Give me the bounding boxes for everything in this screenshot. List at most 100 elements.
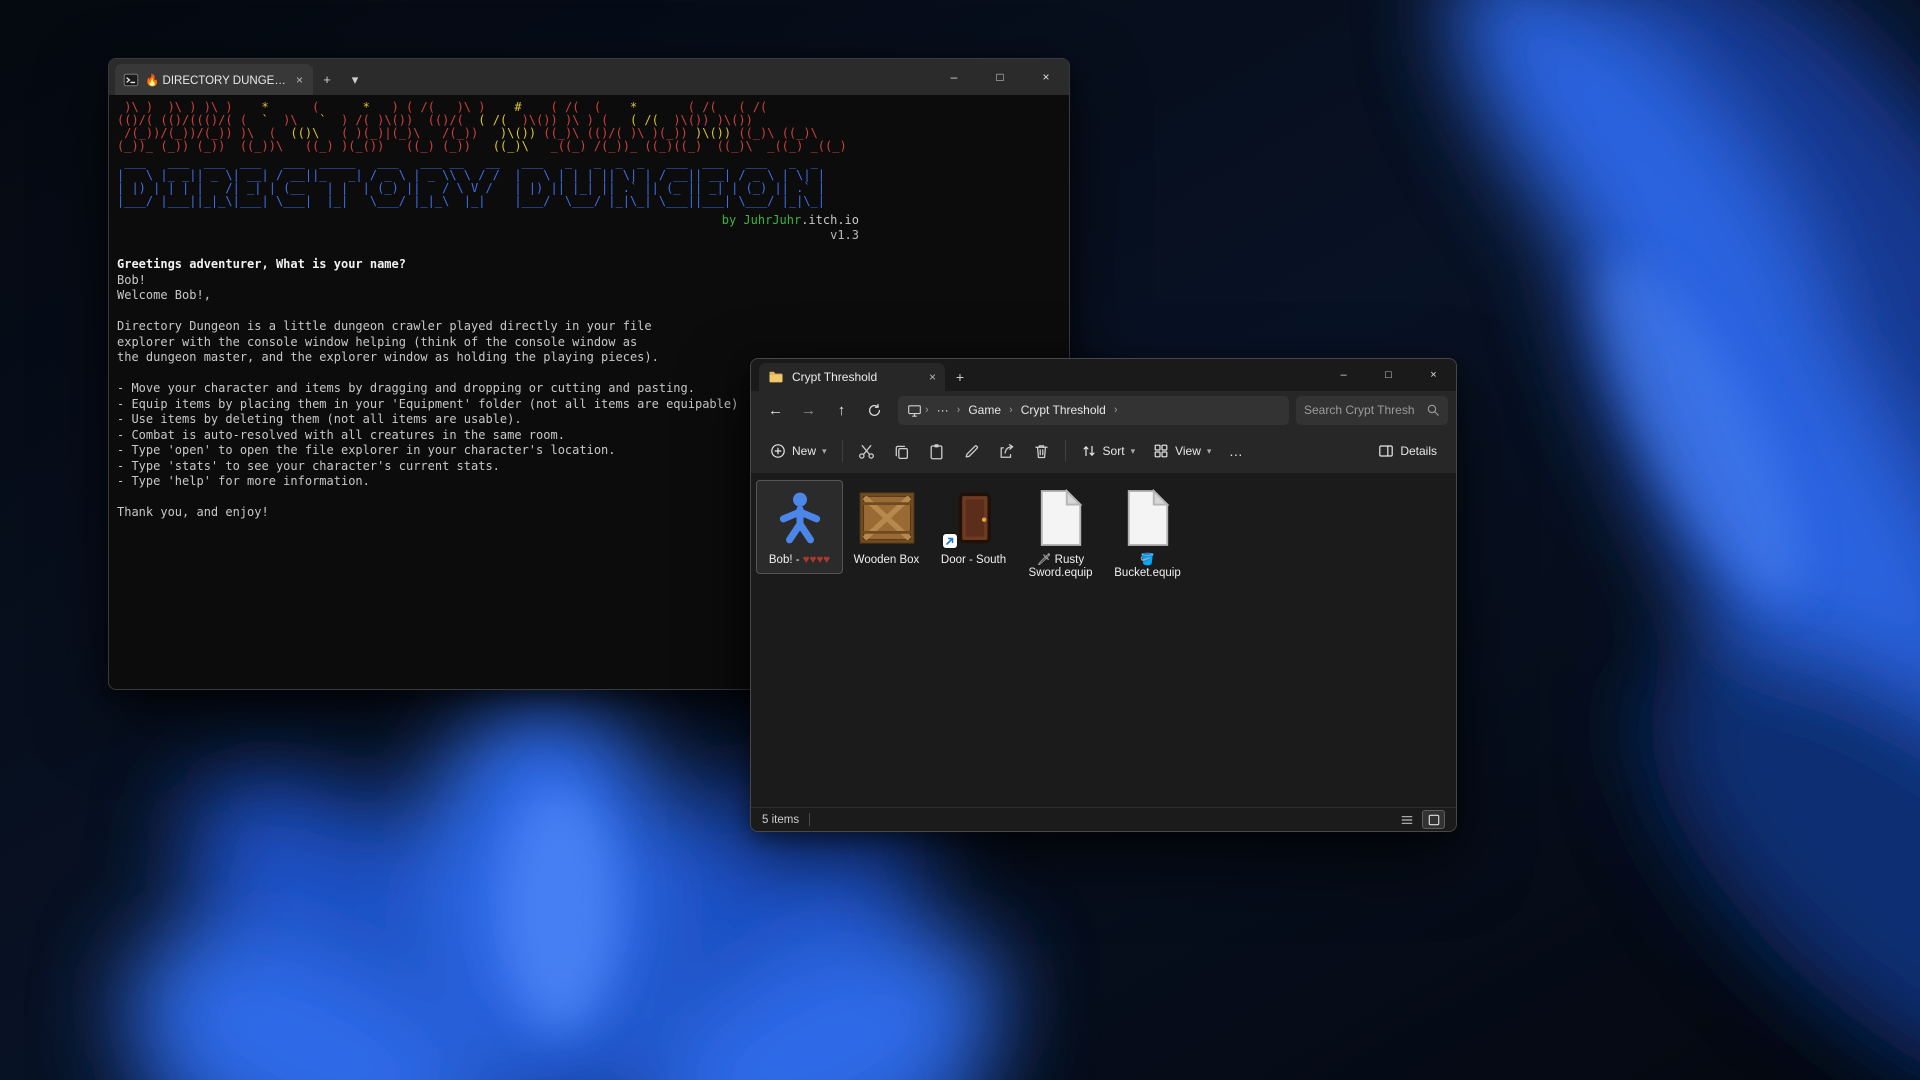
chevron-down-icon: ▾ — [1207, 446, 1212, 457]
door-icon — [942, 486, 1006, 550]
file-icon — [1029, 486, 1093, 550]
file-item-label: 🗡 Rusty Sword.equip — [1019, 554, 1102, 580]
up-button[interactable]: ↑ — [825, 395, 858, 425]
view-button[interactable]: View ▾ — [1144, 435, 1220, 467]
maximize-button[interactable]: □ — [977, 59, 1023, 95]
console-line: Directory Dungeon is a little dungeon cr… — [117, 319, 1061, 335]
console-line: explorer with the console window helping… — [117, 335, 1061, 351]
terminal-titlebar[interactable]: 🔥 DIRECTORY DUNGEON 🔥 × + ▾ – □ × — [109, 59, 1069, 95]
sort-icon — [1081, 443, 1097, 459]
sort-button[interactable]: Sort ▾ — [1072, 435, 1145, 467]
more-options-button[interactable]: … — [1220, 435, 1252, 467]
tab-dropdown-icon[interactable]: ▾ — [341, 64, 369, 95]
view-button-label: View — [1175, 444, 1201, 458]
rename-button[interactable] — [954, 435, 989, 467]
navigation-bar: ← → ↑ › ··· › Game›Crypt Threshold› — [751, 391, 1456, 429]
status-details-view-icon[interactable] — [1395, 810, 1418, 829]
this-pc-icon — [907, 403, 922, 418]
chevron-down-icon: ▾ — [1131, 446, 1136, 457]
shortcut-arrow-icon — [943, 534, 957, 548]
item-count-label: 5 items — [762, 814, 799, 826]
terminal-tab-title: 🔥 DIRECTORY DUNGEON 🔥 — [145, 73, 288, 87]
file-item[interactable]: 🪣 Bucket.equip — [1104, 480, 1191, 587]
ascii-title-art: ___ ___ ___ ___ ___ _____ ___ ___ __ __ … — [117, 156, 1061, 208]
command-toolbar: New ▾ — [751, 429, 1456, 474]
breadcrumb: Game›Crypt Threshold› — [963, 403, 1120, 417]
file-item[interactable]: Door - South — [930, 480, 1017, 574]
search-box[interactable] — [1296, 396, 1448, 425]
terminal-tab[interactable]: 🔥 DIRECTORY DUNGEON 🔥 × — [115, 64, 313, 95]
minimize-button[interactable]: – — [1321, 359, 1366, 391]
console-line: Greetings adventurer, What is your name? — [117, 257, 1061, 273]
explorer-tab[interactable]: Crypt Threshold × — [759, 363, 945, 391]
file-explorer-window: Crypt Threshold × + – □ × ← → ↑ › ··· — [750, 358, 1457, 832]
new-tab-button[interactable]: + — [313, 64, 341, 95]
details-pane-button[interactable]: Details — [1369, 435, 1446, 467]
view-grid-icon — [1153, 443, 1169, 459]
tab-close-icon[interactable]: × — [929, 370, 936, 384]
file-item-label: Bob! - ♥♥♥♥ — [769, 554, 830, 567]
file-item[interactable]: Bob! - ♥♥♥♥ — [756, 480, 843, 574]
terminal-window-controls: – □ × — [931, 59, 1069, 95]
forward-button[interactable]: → — [792, 395, 825, 425]
new-button-label: New — [792, 444, 816, 458]
refresh-button[interactable] — [858, 395, 891, 425]
minimize-button[interactable]: – — [931, 59, 977, 95]
breadcrumb-chevron-icon: › — [1111, 404, 1121, 416]
ascii-flames-art: )\ ) )\ ) )\ ) * ( * ) ( /( )\ ) # ( /( … — [117, 101, 1061, 153]
console-line: Welcome Bob!, — [117, 288, 1061, 304]
file-icon — [1116, 486, 1180, 550]
breadcrumb-overflow-button[interactable]: ··· — [932, 403, 954, 417]
new-button[interactable]: New ▾ — [761, 435, 836, 467]
details-button-label: Details — [1400, 444, 1437, 458]
byline-author: by JuhrJuhr — [722, 213, 801, 227]
status-divider — [809, 813, 810, 826]
crate-icon — [855, 486, 919, 550]
explorer-tabbar[interactable]: Crypt Threshold × + – □ × — [751, 359, 1456, 391]
share-button[interactable] — [989, 435, 1024, 467]
chevron-down-icon: ▾ — [822, 446, 827, 457]
explorer-window-controls: – □ × — [1321, 359, 1456, 391]
file-item-label: 🪣 Bucket.equip — [1106, 554, 1189, 580]
breadcrumb-chevron-icon: › — [954, 404, 964, 416]
address-bar[interactable]: › ··· › Game›Crypt Threshold› — [898, 396, 1289, 425]
toolbar-divider — [842, 440, 843, 462]
search-input[interactable] — [1304, 403, 1422, 417]
version-label: v1.3 — [117, 228, 859, 243]
copy-button[interactable] — [884, 435, 919, 467]
explorer-tab-title: Crypt Threshold — [792, 370, 921, 384]
person-icon — [768, 486, 832, 550]
status-bar: 5 items — [751, 807, 1456, 831]
file-list-area[interactable]: Bob! - ♥♥♥♥ Wooden Box Door - South 🗡 Rusty… — [751, 474, 1456, 807]
close-button[interactable]: × — [1023, 59, 1069, 95]
paste-button[interactable] — [919, 435, 954, 467]
tab-close-icon[interactable]: × — [294, 73, 305, 87]
byline-site: .itch.io — [801, 213, 859, 227]
desktop: 🔥 DIRECTORY DUNGEON 🔥 × + ▾ – □ × )\ ) )… — [0, 0, 1920, 1080]
sort-button-label: Sort — [1103, 444, 1125, 458]
health-hearts: ♥♥♥♥ — [803, 554, 830, 566]
console-line — [117, 304, 1061, 320]
toolbar-divider — [1065, 440, 1066, 462]
terminal-app-icon — [123, 72, 139, 88]
new-tab-button[interactable]: + — [945, 363, 975, 391]
status-large-icons-view-icon[interactable] — [1422, 810, 1445, 829]
breadcrumb-item[interactable]: Crypt Threshold — [1016, 403, 1111, 417]
breadcrumb-chevron-icon: › — [922, 404, 932, 416]
breadcrumb-item[interactable]: Game — [963, 403, 1006, 417]
details-pane-icon — [1378, 443, 1394, 459]
back-button[interactable]: ← — [759, 395, 792, 425]
maximize-button[interactable]: □ — [1366, 359, 1411, 391]
folder-icon — [768, 369, 784, 385]
delete-button[interactable] — [1024, 435, 1059, 467]
close-button[interactable]: × — [1411, 359, 1456, 391]
byline: by JuhrJuhr.itch.io — [117, 213, 859, 228]
file-item[interactable]: Wooden Box — [843, 480, 930, 574]
file-item[interactable]: 🗡 Rusty Sword.equip — [1017, 480, 1104, 587]
console-line: Bob! — [117, 273, 1061, 289]
file-item-label: Door - South — [941, 554, 1006, 567]
breadcrumb-chevron-icon: › — [1006, 404, 1016, 416]
file-item-label: Wooden Box — [854, 554, 920, 567]
search-icon[interactable] — [1426, 403, 1440, 417]
cut-button[interactable] — [849, 435, 884, 467]
